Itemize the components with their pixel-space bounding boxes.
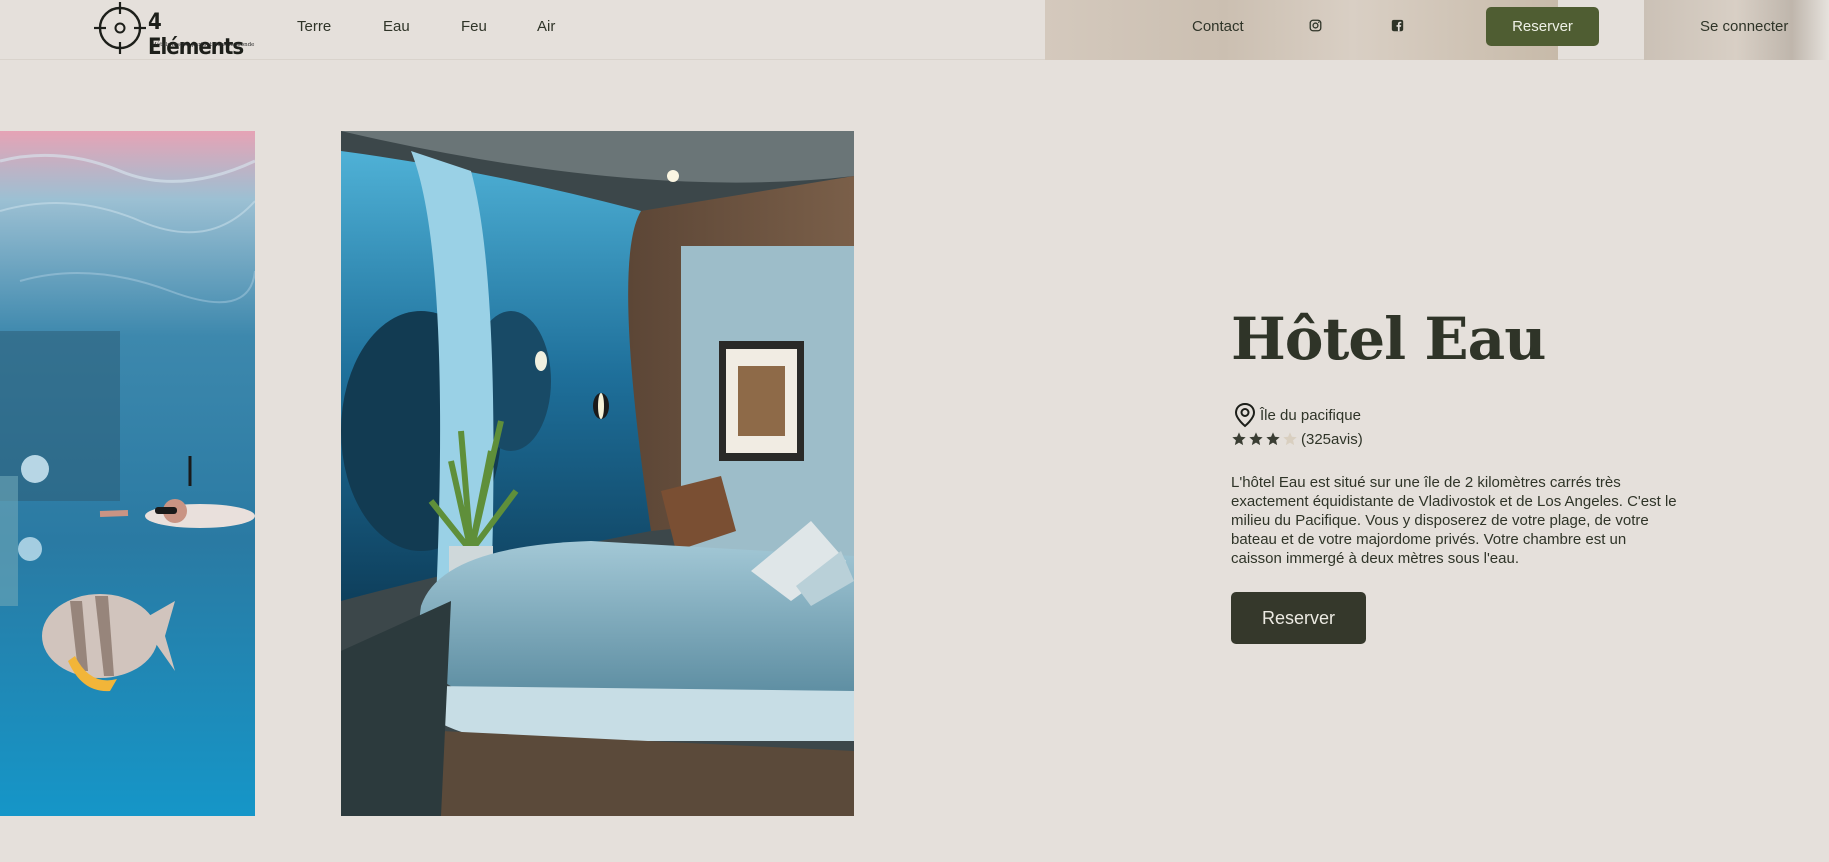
logo-tagline: Hôtels insolis partout dans le monde [152,42,255,48]
star-filled-icon [1249,432,1263,446]
hotel-description: L'hôtel Eau est situé sur une île de 2 k… [1231,474,1677,567]
logo[interactable]: 4 Eléments Hôtels insolis partout dans l… [94,2,255,60]
login-link[interactable]: Se connecter [1700,18,1788,35]
contact-link[interactable]: Contact [1192,18,1244,35]
top-navbar: 4 Eléments Hôtels insolis partout dans l… [0,0,1829,60]
reviews-count: (325avis) [1301,431,1363,448]
star-filled-icon [1232,432,1246,446]
nav-link-terre[interactable]: Terre [297,18,331,35]
hotel-title: Hôtel Eau [1231,305,1546,373]
location-text: Île du pacifique [1260,407,1361,424]
reserve-button[interactable]: Reserver [1231,592,1366,644]
location-row: Île du pacifique [1233,402,1361,428]
nav-link-air[interactable]: Air [537,18,555,35]
header-reserve-button[interactable]: Reserver [1486,7,1599,46]
hotel-room-illustration [341,131,854,816]
logo-title: 4 Eléments [148,10,244,60]
star-empty-icon [1283,432,1297,446]
snorkeler-illustration [0,131,255,816]
nav-link-feu[interactable]: Feu [461,18,487,35]
underwater-hotel-room-photo [341,131,854,816]
map-pin-icon [1234,402,1256,428]
facebook-icon[interactable] [1391,19,1404,32]
underwater-snorkeler-photo [0,131,255,816]
star-filled-icon [1266,432,1280,446]
instagram-icon[interactable] [1309,19,1322,32]
crosshair-logo-icon [94,2,146,54]
nav-link-eau[interactable]: Eau [383,18,410,35]
header-background-image [1045,0,1558,60]
